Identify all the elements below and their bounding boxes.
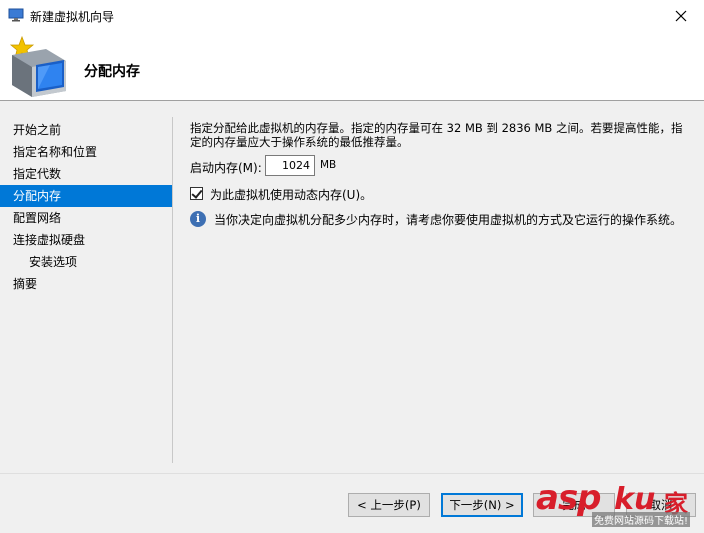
next-button[interactable]: 下一步(N) > [441,493,523,517]
close-button[interactable] [658,0,704,31]
dynamic-memory-row[interactable]: 为此虚拟机使用动态内存(U)。 [190,186,590,202]
sidebar-separator [172,117,173,463]
new-vm-wizard-icon [9,35,66,97]
step-configure-networking[interactable]: 配置网络 [0,207,172,229]
memory-info-text: 当你决定向虚拟机分配多少内存时，请考虑你要使用虚拟机的方式及它运行的操作系统。 [214,213,683,227]
step-name-and-location[interactable]: 指定名称和位置 [0,141,172,163]
watermark-tagline: 免费网站源码下载站! [592,512,691,527]
startup-memory-input[interactable] [265,155,315,176]
memory-unit-label: MB [320,159,337,171]
page-heading: 分配内存 [84,64,140,80]
hyperv-app-icon [8,8,24,22]
startup-memory-label: 启动内存(M): [190,161,262,175]
window-title: 新建虚拟机向导 [30,10,115,24]
close-icon [675,10,687,21]
step-before-you-begin[interactable]: 开始之前 [0,119,172,141]
step-assign-memory[interactable]: 分配内存 [0,185,172,207]
site-watermark: asp ku 家 免费网站源码下载站! [536,478,704,533]
step-generation[interactable]: 指定代数 [0,163,172,185]
step-summary[interactable]: 摘要 [0,273,172,295]
memory-info-row: i 当你决定向虚拟机分配多少内存时，请考虑你要使用虚拟机的方式及它运行的操作系统… [190,210,690,228]
title-bar: 新建虚拟机向导 [0,0,704,31]
wizard-header: 分配内存 [0,31,704,100]
wizard-content: 开始之前 指定名称和位置 指定代数 分配内存 配置网络 连接虚拟硬盘 安装选项 … [0,101,704,473]
dynamic-memory-checkbox[interactable] [190,187,203,200]
wizard-steps-sidebar: 开始之前 指定名称和位置 指定代数 分配内存 配置网络 连接虚拟硬盘 安装选项 … [0,119,172,295]
memory-panel: 指定分配给此虚拟机的内存量。指定的内存量可在 32 MB 到 2836 MB 之… [190,121,690,227]
startup-memory-row: 启动内存(M): MB [190,155,590,177]
step-connect-virtual-disk[interactable]: 连接虚拟硬盘 [0,229,172,251]
dynamic-memory-label[interactable]: 为此虚拟机使用动态内存(U)。 [210,186,372,203]
memory-description: 指定分配给此虚拟机的内存量。指定的内存量可在 32 MB 到 2836 MB 之… [190,121,683,149]
footer-divider [0,473,704,474]
previous-button[interactable]: < 上一步(P) [348,493,430,517]
info-icon: i [190,211,206,227]
watermark-brand: asp [536,478,602,518]
step-installation-options[interactable]: 安装选项 [0,251,172,273]
